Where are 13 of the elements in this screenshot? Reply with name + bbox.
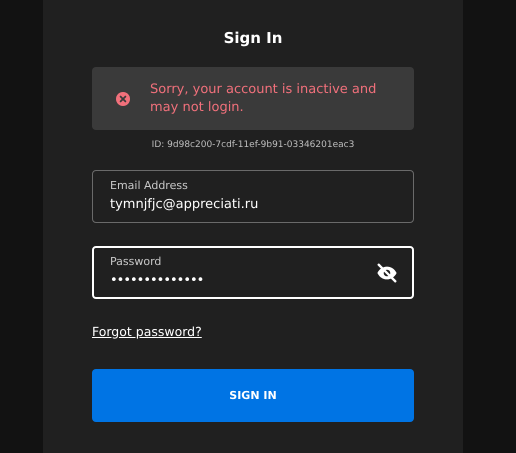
page-title: Sign In <box>222 28 284 48</box>
field-value: tymnjfjc@appreciati.ru <box>110 196 258 214</box>
eye-slash-icon[interactable] <box>376 262 398 284</box>
field-value: •••••••••••••• <box>110 272 204 290</box>
password-field[interactable]: Password •••••••••••••• <box>92 246 414 299</box>
field-label: Email Address <box>110 178 189 192</box>
error-icon <box>115 90 131 106</box>
field-label: Password <box>110 254 162 268</box>
forgot-password-link[interactable]: Forgot password? <box>92 323 202 341</box>
sign-in-button[interactable]: SIGN IN <box>92 369 414 422</box>
error-message: Sorry, your account is inactive and may not login. <box>150 80 378 116</box>
email-field[interactable]: Email Address tymnjfjc@appreciati.ru <box>92 170 414 223</box>
error-id: ID: 9d98c200-7cdf-11ef-9b91-03346201eac3 <box>150 139 356 151</box>
